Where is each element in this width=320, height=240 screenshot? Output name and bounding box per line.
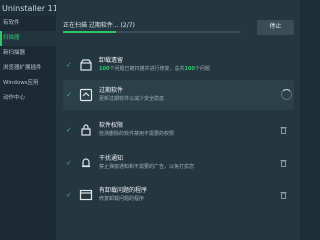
sidebar-item-action-center[interactable]: 动作中心 — [0, 91, 56, 106]
stop-button[interactable]: 停止 — [257, 20, 294, 35]
row-desc: 更新过期软件以减少安全隐患 — [99, 96, 165, 102]
trash-icon — [280, 127, 287, 134]
loading-spinner-icon — [281, 89, 292, 100]
main-panel: 正在扫描 过期软件... (2/7) 停止 ✓ 卸载遗留 100个问题已被扫描并… — [56, 0, 300, 240]
sidebar-item-all-software[interactable]: 有软件 — [0, 16, 56, 31]
row-title: 软件权限 — [99, 122, 124, 129]
check-icon: ✓ — [66, 191, 72, 199]
check-icon: ✓ — [66, 61, 72, 69]
scan-status-text: 正在扫描 过期软件... (2/7) — [63, 22, 135, 29]
box-icon — [80, 59, 92, 71]
sidebar-item-browser-extensions[interactable]: 浏览器扩展插件 — [0, 61, 56, 76]
row-desc: 禁止弹窗通知和不需要的广告，以免打扰您 — [99, 164, 195, 170]
row-desc: 修复卸载问题的程序 — [99, 196, 145, 202]
scan-item-software-permissions[interactable]: ✓ 软件权限 检测删除的软件禁用不需要的权限 — [63, 115, 294, 145]
row-title: 有卸载问题的程序 — [99, 187, 148, 194]
trash-icon — [280, 160, 287, 167]
check-icon: ✓ — [66, 126, 72, 134]
row-title: 过期软件 — [99, 87, 124, 94]
scan-progress-fill — [63, 31, 117, 33]
window-title: Uninstaller 11 — [2, 4, 58, 13]
trash-icon — [280, 192, 287, 199]
scan-item-uninstall-issues[interactable]: ✓ 有卸载问题的程序 修复卸载问题的程序 — [63, 180, 294, 210]
check-icon: ✓ — [66, 159, 72, 167]
sidebar: 有软件 扫描器 新扫描器 浏览器扩展插件 Windows应用 动作中心 — [0, 16, 56, 240]
sidebar-item-new-scanner[interactable]: 新扫描器 — [0, 46, 56, 61]
row-title: 干扰通知 — [99, 155, 124, 162]
scan-progress-bar — [63, 31, 241, 33]
row-title: 卸载遗留 — [99, 57, 124, 64]
row-desc: 检测删除的软件禁用不需要的权限 — [99, 131, 175, 137]
bell-icon — [82, 158, 90, 168]
lock-icon — [81, 124, 91, 136]
row-desc: 100个问题已被扫描并进行修复，总共100个问题 — [99, 66, 210, 72]
sidebar-item-scanner[interactable]: 扫描器 — [0, 31, 56, 46]
scan-item-outdated-software[interactable]: ✓ 过期软件 更新过期软件以减少安全隐患 — [63, 80, 294, 110]
update-icon — [79, 88, 93, 102]
check-icon: ✓ — [66, 91, 72, 99]
program-icon — [79, 189, 93, 201]
scan-item-leftovers[interactable]: ✓ 卸载遗留 100个问题已被扫描并进行修复，总共100个问题 — [63, 50, 294, 80]
sidebar-item-windows-apps[interactable]: Windows应用 — [0, 76, 56, 91]
scan-item-disruptive-notifications[interactable]: ✓ 干扰通知 禁止弹窗通知和不需要的广告，以免打扰您 — [63, 148, 294, 178]
